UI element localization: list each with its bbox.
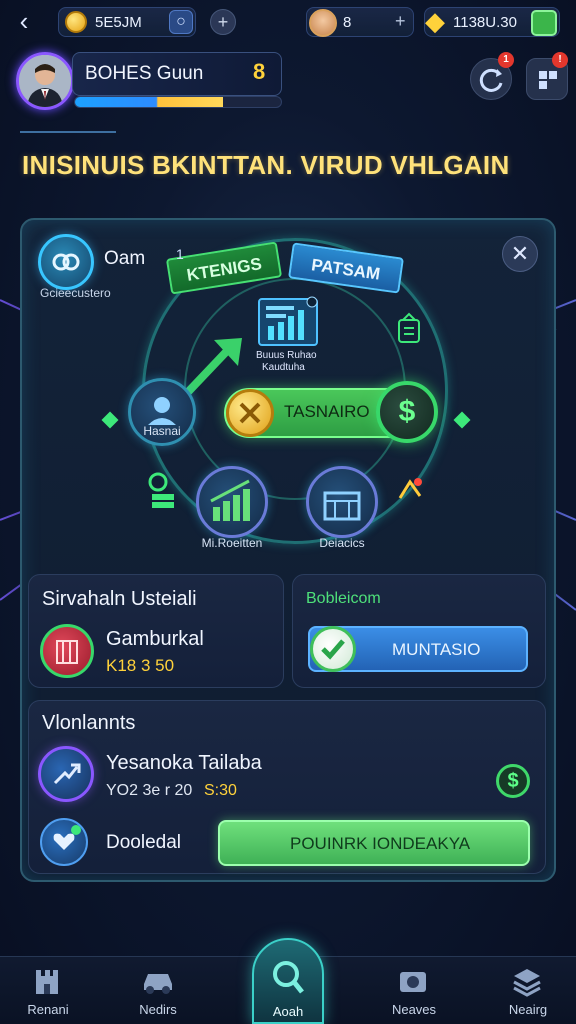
nav-home-label: Renani (27, 1002, 69, 1017)
reward-row2-title: Dooledal (106, 832, 181, 853)
add-energy-button[interactable]: + (395, 11, 406, 32)
dollar-icon[interactable]: $ (376, 381, 438, 443)
person-portrait-icon (19, 55, 71, 107)
link-icon (52, 253, 80, 271)
muntasio-button-label: MUNTASIO (392, 640, 481, 659)
layers-icon (513, 969, 541, 997)
node-hasnai-label: Hasnai (143, 424, 181, 438)
stats-item-title: Gamburkal (106, 628, 204, 650)
dollar-badge-icon: $ (496, 764, 530, 798)
small-number: 1 (176, 246, 184, 262)
player-name: BOHES Guun (85, 63, 204, 84)
node-deposits[interactable] (306, 466, 378, 538)
claim-button-label: POUINRK IONDEAKYA (290, 834, 471, 853)
heart-hand-icon (53, 825, 81, 850)
nav-item-news[interactable]: Neaves (366, 956, 462, 1024)
add-gems-button[interactable] (531, 10, 557, 36)
nav-item-vehicles[interactable]: Nedirs (110, 956, 206, 1024)
coin-value: 5E5JM (95, 14, 142, 31)
coin-shop-button[interactable]: ○ (169, 10, 193, 34)
player-level: 8 (253, 59, 266, 84)
add-coins-button[interactable]: + (210, 9, 236, 35)
user-emblem[interactable] (38, 234, 94, 290)
nav-vehicles-label: Nedirs (139, 1002, 177, 1017)
gem-counter: ◆ 1138U.30 (424, 6, 560, 37)
chart-board-icon (258, 296, 318, 346)
node-deposits-label: Deiacics (319, 536, 365, 550)
camera-icon (400, 972, 426, 992)
energy-counter: 8 + (306, 7, 414, 37)
bar-chart-icon (210, 479, 250, 521)
reward-row1-value: S:30 (204, 782, 237, 799)
chart-caption-1: Buuus Ruhao (256, 350, 317, 361)
notification-badge: 1 (498, 52, 514, 68)
profile-divider (20, 131, 116, 133)
gem-icon: ◆ (425, 6, 445, 36)
stats-item-value: K18 3 50 (106, 656, 175, 675)
nav-item-search[interactable]: Aoah (240, 940, 336, 1019)
stack-coins-icon (148, 472, 174, 508)
user-label: Oam (104, 248, 146, 269)
back-button[interactable]: ‹ (10, 6, 38, 36)
coin-counter: 5E5JM ○ (58, 7, 196, 37)
coin-icon (65, 11, 87, 33)
pie-icon (398, 478, 422, 499)
claim-button[interactable]: POUINRK IONDEAKYA (218, 820, 530, 866)
energy-value: 8 (343, 14, 352, 31)
car-icon (144, 974, 172, 994)
building-icon (56, 640, 78, 664)
player-mini-avatar (309, 9, 337, 37)
gold-coin-icon (226, 389, 274, 437)
trend-up-icon (53, 763, 81, 785)
reward-row1-title: Yesanoka Tailaba (106, 752, 262, 774)
nav-settings-label: Neairg (508, 1002, 548, 1017)
cash-box-icon (323, 491, 361, 521)
xp-progress-fill (75, 97, 224, 107)
castle-icon (36, 970, 58, 994)
node-growth-label: Mi.Roeitten (201, 536, 263, 550)
player-name-plate: BOHES Guun 8 (72, 52, 282, 96)
wallet-icon (398, 312, 420, 343)
menu-badge: ! (552, 52, 568, 68)
reward-row1-sub: YO2 3e r 20 (106, 782, 193, 799)
rewards-section-title: Vlonlannts (42, 712, 136, 734)
stats-item-icon (40, 624, 94, 678)
user-sub-label: Gcieecustero (40, 286, 111, 300)
nav-item-settings[interactable]: Neairg (480, 956, 576, 1024)
nav-search-label: Aoah (272, 1004, 304, 1019)
nav-news-label: Neaves (391, 1002, 437, 1017)
download-icon-circle (40, 818, 88, 866)
close-button[interactable]: ✕ (502, 236, 538, 272)
gem-value: 1138U.30 (453, 14, 517, 31)
check-icon (310, 626, 356, 672)
player-avatar[interactable] (16, 52, 74, 110)
nav-item-home[interactable]: Renani (0, 956, 96, 1024)
stats-card-title: Sirvahaln Usteiali (42, 588, 197, 610)
confirm-card-title: Bobleicom (306, 590, 381, 607)
node-growth[interactable] (196, 466, 268, 538)
trend-icon-circle (38, 746, 94, 802)
chart-caption-2: Kaudtuha (262, 362, 305, 373)
xp-progress-bar (74, 96, 282, 108)
center-action-label: TASNAIRO (284, 402, 370, 421)
search-icon (273, 961, 304, 994)
page-headline: INISINUIS BKINTTAN. VIRUD VHLGAIN (22, 150, 510, 180)
